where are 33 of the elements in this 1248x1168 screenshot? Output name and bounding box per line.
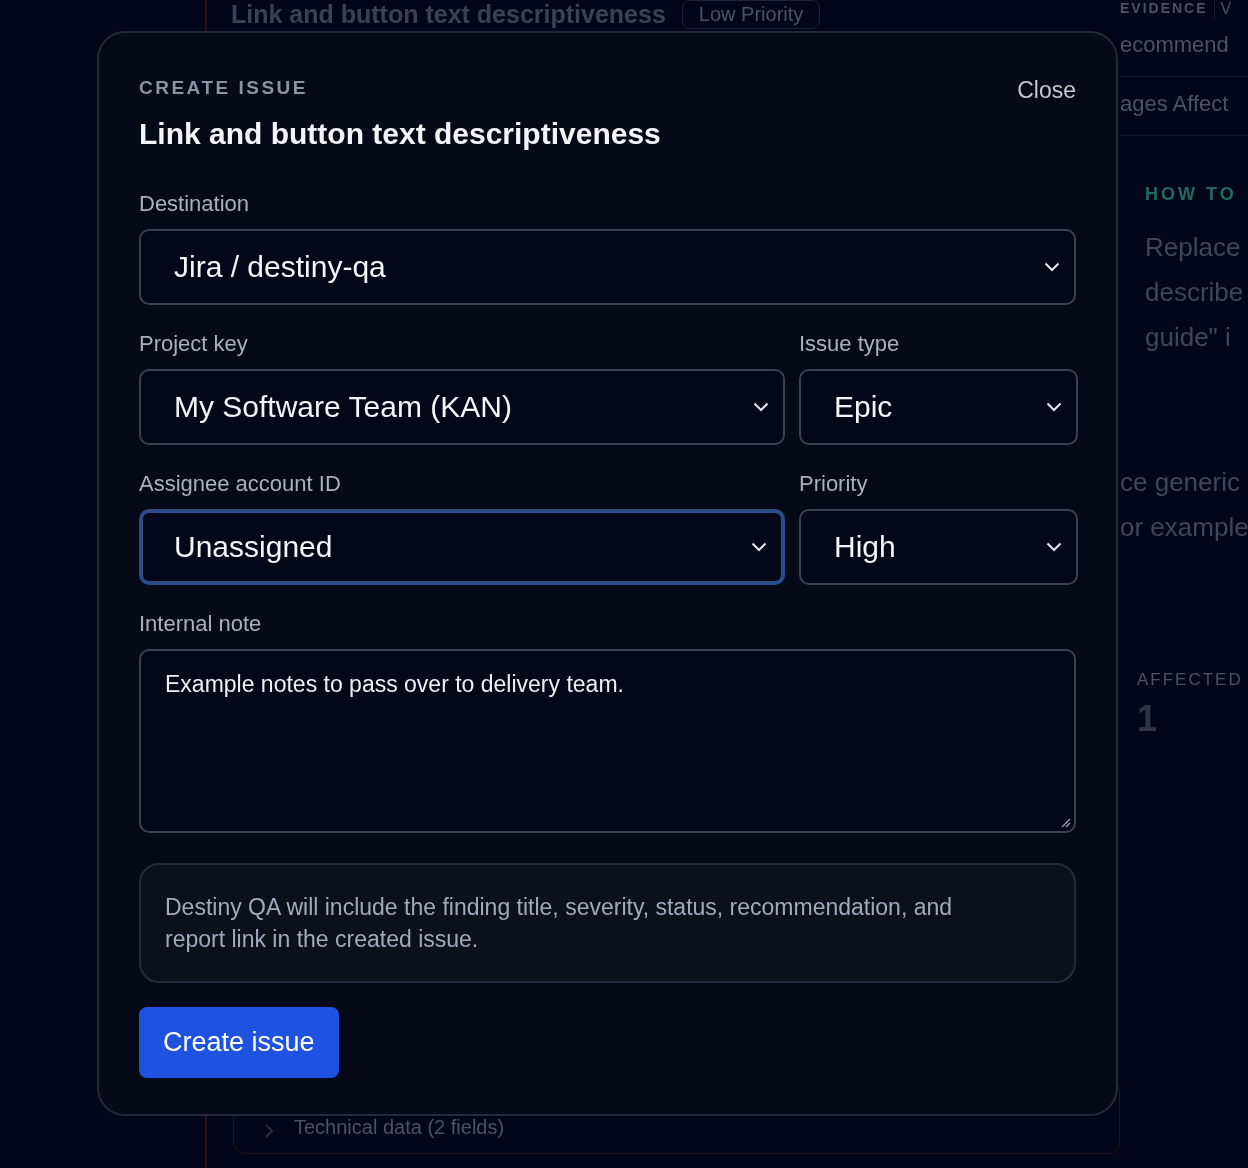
create-issue-button[interactable]: Create issue: [139, 1007, 339, 1078]
field-label: Project key: [139, 331, 249, 357]
note-field[interactable]: Example notes to pass over to delivery team.: [139, 649, 1076, 833]
select-field[interactable]: Unassigned: [139, 509, 785, 585]
how-to-heading: HOW TO: [1145, 184, 1238, 205]
field-label: Assignee account ID: [139, 471, 342, 497]
finding-title: Link and button text descriptiveness: [231, 0, 666, 29]
info-note: Destiny QA will include the finding title, severity, status, recommendation, and report link in the created issue.: [139, 863, 1076, 983]
caret-icon: [1046, 542, 1062, 552]
select-field[interactable]: My Software Team (KAN): [139, 369, 785, 445]
how-to-text-line: describe: [1145, 276, 1245, 309]
caret-icon: [1044, 262, 1060, 272]
field-label: Priority: [799, 471, 869, 497]
dialog-eyebrow: CREATE ISSUE: [139, 77, 309, 99]
field-label: Destination: [139, 191, 251, 217]
example-text-line: or example: [1120, 511, 1248, 544]
field-label: Issue type: [799, 331, 901, 357]
select-field[interactable]: High: [799, 509, 1078, 585]
select-field[interactable]: Jira / destiny-qa: [139, 229, 1076, 305]
priority-badge: Low Priority: [681, 0, 821, 29]
chevron-right-icon: [264, 1123, 274, 1139]
dialog-title: Link and button text descriptiveness: [139, 117, 661, 151]
select-field[interactable]: Epic: [799, 369, 1078, 445]
how-to-text-line: guide" i: [1145, 321, 1232, 354]
caret-icon: [751, 542, 767, 552]
caret-icon: [1046, 402, 1062, 412]
resize-handle-icon[interactable]: [1059, 816, 1071, 828]
close-button[interactable]: Close: [1017, 77, 1076, 104]
affected-label: AFFECTED: [1137, 670, 1244, 690]
example-text-line: ce generic: [1120, 466, 1241, 499]
caret-icon: [753, 402, 769, 412]
field-label: Internal note: [139, 611, 263, 637]
how-to-text-line: Replace: [1145, 231, 1242, 264]
